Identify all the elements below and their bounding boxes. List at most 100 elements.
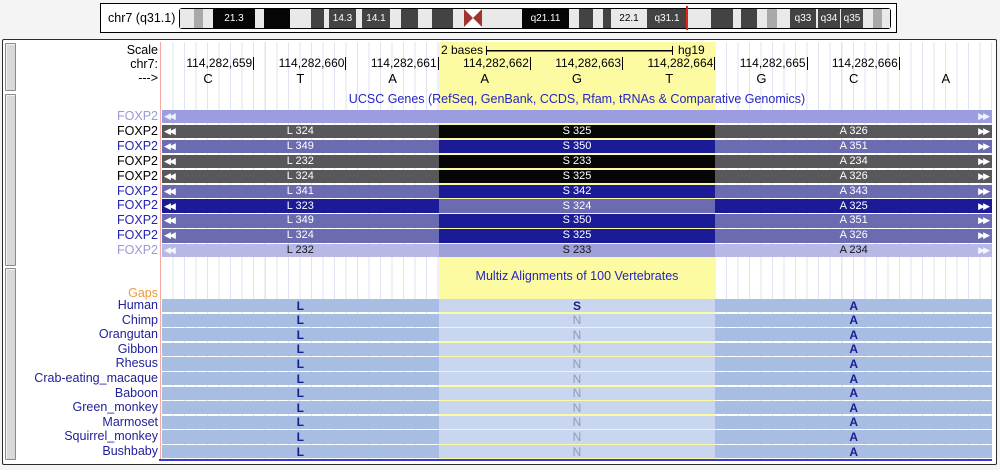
codon-segment[interactable]: L 323 bbox=[162, 199, 439, 212]
chromosome-band[interactable] bbox=[593, 9, 603, 28]
gene-exon-bar[interactable]: L 232S 233A 234◀◀▶▶ bbox=[162, 244, 992, 257]
codon-segment[interactable]: L 324 bbox=[162, 229, 439, 242]
codon-segment[interactable]: S 342 bbox=[439, 185, 716, 198]
next-exons-icon[interactable]: ▶▶ bbox=[978, 170, 988, 183]
alignment-bar[interactable]: LNA bbox=[162, 387, 992, 400]
next-exons-icon[interactable]: ▶▶ bbox=[978, 140, 988, 153]
alignment-bar[interactable]: LNA bbox=[162, 416, 992, 429]
multiz-species-row[interactable]: BaboonLNA bbox=[3, 387, 992, 400]
chromosome-band[interactable] bbox=[194, 9, 203, 28]
codon-segment[interactable]: S 350 bbox=[439, 214, 716, 227]
prev-exons-icon[interactable]: ◀◀ bbox=[164, 140, 174, 153]
codon-segment[interactable]: L 232 bbox=[162, 244, 439, 257]
chromosome-band[interactable]: 22.1 bbox=[611, 9, 647, 28]
chromosome-band[interactable]: q33 bbox=[790, 9, 816, 28]
alignment-bar[interactable]: LNA bbox=[162, 401, 992, 414]
multiz-species-row[interactable]: ChimpLNA bbox=[3, 314, 992, 327]
codon-segment[interactable]: S 350 bbox=[439, 140, 716, 153]
codon-segment[interactable]: A 325 bbox=[715, 199, 992, 212]
next-exons-icon[interactable]: ▶▶ bbox=[978, 185, 988, 198]
foxp2-track-row[interactable]: FOXP2L 324S 325A 326◀◀▶▶ bbox=[3, 229, 992, 242]
next-exons-icon[interactable]: ▶▶ bbox=[978, 244, 988, 257]
alignment-bar[interactable]: LNA bbox=[162, 328, 992, 341]
chromosome-band[interactable] bbox=[863, 9, 873, 28]
chromosome-band[interactable]: q34 bbox=[818, 9, 840, 28]
prev-exons-icon[interactable]: ◀◀ bbox=[164, 170, 174, 183]
codon-segment[interactable]: A 326 bbox=[715, 229, 992, 242]
chromosome-band[interactable] bbox=[418, 9, 432, 28]
foxp2-track-row[interactable]: FOXP2L 324S 325A 326◀◀▶▶ bbox=[3, 170, 992, 183]
chromosome-band[interactable]: 14.3 bbox=[329, 9, 356, 28]
prev-exons-icon[interactable]: ◀◀ bbox=[164, 214, 174, 227]
gene-exon-bar[interactable]: L 324S 325A 326 ◀◀ ▶▶ bbox=[162, 229, 992, 242]
gene-exon-bar[interactable]: L 349S 350A 351◀◀▶▶ bbox=[162, 140, 992, 153]
codon-segment[interactable]: A 326 bbox=[715, 170, 992, 183]
gene-exon-bar[interactable]: L 323S 324A 325◀◀▶▶ bbox=[162, 199, 992, 212]
multiz-track-title[interactable]: Multiz Alignments of 100 Vertebrates bbox=[162, 269, 992, 283]
chromosome-band[interactable]: q35 bbox=[841, 9, 863, 28]
multiz-species-row[interactable]: Crab-eating_macaqueLNA bbox=[3, 372, 992, 385]
chromosome-band[interactable] bbox=[741, 9, 757, 28]
prev-exons-icon[interactable]: ◀◀ bbox=[164, 155, 174, 168]
foxp2-track-row[interactable]: FOXP2◀◀▶▶ bbox=[3, 110, 992, 123]
chromosome-ideogram[interactable]: chr7 (q31.1) 21.314.314.1q21.1122.1q31.1… bbox=[100, 3, 897, 33]
foxp2-track-row[interactable]: FOXP2L 232S 233A 234◀◀▶▶ bbox=[3, 155, 992, 168]
next-exons-icon[interactable]: ▶▶ bbox=[978, 125, 988, 138]
codon-segment[interactable]: A 343 bbox=[715, 185, 992, 198]
codon-segment[interactable]: S 325 bbox=[439, 125, 716, 138]
chromosome-band[interactable] bbox=[482, 9, 522, 28]
foxp2-track-row[interactable]: FOXP2L 323S 324A 325◀◀▶▶ bbox=[3, 199, 992, 212]
prev-exons-icon[interactable]: ◀◀ bbox=[164, 110, 174, 123]
next-exons-icon[interactable]: ▶▶ bbox=[978, 214, 988, 227]
prev-exons-icon[interactable]: ◀◀ bbox=[164, 229, 174, 242]
chromosome-band[interactable] bbox=[777, 9, 790, 28]
multiz-species-row[interactable]: MarmosetLNA bbox=[3, 416, 992, 429]
foxp2-track-row[interactable]: FOXP2L 232S 233A 234◀◀▶▶ bbox=[3, 244, 992, 257]
multiz-species-row[interactable]: Squirrel_monkeyLNA bbox=[3, 430, 992, 443]
chromosome-band[interactable]: q31.1 bbox=[647, 9, 687, 28]
gene-exon-bar[interactable]: L 349S 350A 351◀◀▶▶ bbox=[162, 214, 992, 227]
chromosome-band[interactable] bbox=[390, 9, 401, 28]
chromosome-band[interactable] bbox=[401, 9, 418, 28]
codon-segment[interactable]: A 234 bbox=[715, 244, 992, 257]
chromosome-band[interactable] bbox=[180, 9, 194, 28]
foxp2-track-row[interactable]: FOXP2L 349S 350A 351◀◀▶▶ bbox=[3, 214, 992, 227]
chromosome-band[interactable] bbox=[687, 9, 711, 28]
next-exons-icon[interactable]: ▶▶ bbox=[978, 110, 988, 123]
codon-segment[interactable]: S 233 bbox=[439, 155, 716, 168]
chromosome-band[interactable] bbox=[203, 9, 213, 28]
chromosome-band[interactable] bbox=[453, 9, 464, 28]
genes-track-title[interactable]: UCSC Genes (RefSeq, GenBank, CCDS, Rfam,… bbox=[162, 92, 992, 106]
multiz-species-row[interactable]: GibbonLNA bbox=[3, 343, 992, 356]
foxp2-track-row[interactable]: FOXP2L 341S 342A 343◀◀▶▶ bbox=[3, 185, 992, 198]
chromosome-band[interactable] bbox=[432, 9, 453, 28]
chromosome-band[interactable] bbox=[311, 9, 324, 28]
codon-segment[interactable]: S 325 bbox=[439, 229, 716, 242]
next-exons-icon[interactable]: ▶▶ bbox=[978, 229, 988, 242]
chromosome-band[interactable] bbox=[290, 9, 311, 28]
chromosome-band[interactable]: 21.3 bbox=[213, 9, 255, 28]
chromosome-band[interactable] bbox=[882, 9, 890, 28]
codon-segment[interactable]: L 232 bbox=[162, 155, 439, 168]
alignment-bar[interactable]: LNA bbox=[162, 445, 992, 458]
codon-segment[interactable]: L 324 bbox=[162, 125, 439, 138]
chromosome-band[interactable]: 14.1 bbox=[362, 9, 390, 28]
foxp2-track-row[interactable]: FOXP2L 324S 325A 326◀◀▶▶ bbox=[3, 125, 992, 138]
codon-segment[interactable]: L 341 bbox=[162, 185, 439, 198]
multiz-species-row[interactable]: BushbabyLNA bbox=[3, 445, 992, 458]
alignment-bar[interactable]: LNA bbox=[162, 343, 992, 356]
gene-exon-bar[interactable]: ◀◀ ▶▶ bbox=[162, 110, 992, 123]
gene-exon-bar[interactable]: L 232S 233A 234◀◀▶▶ bbox=[162, 155, 992, 168]
codon-segment[interactable]: S 324 bbox=[439, 199, 716, 212]
codon-segment[interactable]: L 349 bbox=[162, 214, 439, 227]
codon-segment[interactable]: A 234 bbox=[715, 155, 992, 168]
next-exons-icon[interactable]: ▶▶ bbox=[978, 199, 988, 212]
gene-exon-bar[interactable]: L 324S 325A 326◀◀▶▶ bbox=[162, 170, 992, 183]
alignment-bar[interactable]: LNA bbox=[162, 314, 992, 327]
codon-segment[interactable]: L 349 bbox=[162, 140, 439, 153]
chromosome-band[interactable] bbox=[579, 9, 593, 28]
gene-exon-bar[interactable]: L 324S 325A 326◀◀▶▶ bbox=[162, 125, 992, 138]
alignment-bar[interactable]: LNA bbox=[162, 430, 992, 443]
chromosome-band[interactable] bbox=[873, 9, 882, 28]
chromosome-band[interactable] bbox=[603, 9, 611, 28]
